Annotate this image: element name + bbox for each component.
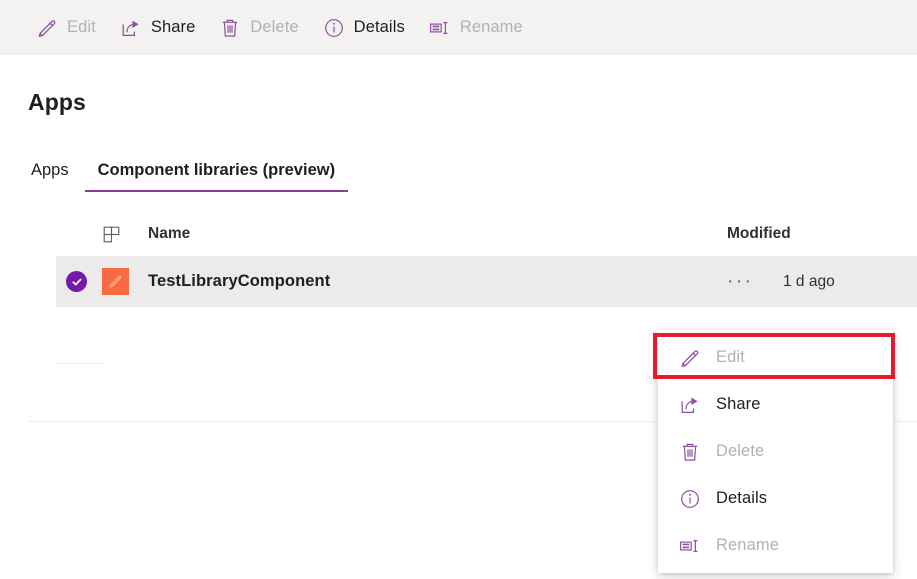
row-actions-cell: ··· 1 d ago (727, 272, 917, 291)
trash-icon (219, 17, 241, 39)
command-details-label: Details (353, 18, 405, 36)
row-modified: 1 d ago (783, 272, 835, 290)
tab-component-libraries[interactable]: Component libraries (preview) (84, 161, 349, 192)
context-menu-item-edit-label: Edit (716, 348, 745, 366)
context-menu-item-delete[interactable]: Delete (658, 428, 893, 475)
share-icon (120, 17, 142, 39)
row-name[interactable]: TestLibraryComponent (148, 272, 727, 291)
tab-component-libraries-label: Component libraries (preview) (97, 161, 336, 179)
command-rename-label: Rename (459, 18, 523, 36)
context-menu-item-details[interactable]: Details (658, 475, 893, 522)
command-rename[interactable]: Rename (419, 6, 533, 50)
row-select-cell[interactable] (56, 271, 102, 292)
command-edit-label: Edit (67, 18, 96, 36)
row-overflow-menu-button[interactable]: ··· (727, 272, 783, 291)
component-grid-icon[interactable] (102, 225, 148, 244)
command-share-label: Share (150, 18, 196, 36)
tab-apps-label: Apps (31, 161, 69, 179)
page-title: Apps (28, 89, 86, 115)
trash-icon (678, 441, 702, 463)
command-delete[interactable]: Delete (209, 6, 308, 50)
pencil-icon (678, 347, 702, 369)
context-menu-item-delete-label: Delete (716, 442, 765, 460)
context-menu-item-share-label: Share (716, 395, 761, 413)
command-details[interactable]: Details (313, 6, 415, 50)
checkmark-circle-icon[interactable] (66, 271, 87, 292)
info-icon (678, 488, 702, 510)
rename-icon (678, 535, 702, 557)
table-row[interactable]: TestLibraryComponent ··· 1 d ago (56, 256, 917, 307)
context-menu-item-edit[interactable]: Edit (658, 334, 893, 381)
info-icon (323, 17, 345, 39)
list-header-row: Name Modified (28, 212, 917, 256)
command-edit[interactable]: Edit (26, 6, 106, 50)
command-bar: Edit Share Delete Details Rename (0, 0, 917, 55)
share-icon (678, 394, 702, 416)
command-share[interactable]: Share (110, 6, 206, 50)
header-name[interactable]: Name (148, 225, 727, 243)
rename-icon (429, 17, 451, 39)
pencil-icon (36, 17, 58, 39)
row-app-icon-cell (102, 268, 148, 295)
context-menu-item-rename[interactable]: Rename (658, 522, 893, 569)
tab-apps[interactable]: Apps (28, 161, 85, 192)
context-menu-item-share[interactable]: Share (658, 381, 893, 428)
tab-list: Apps Component libraries (preview) (28, 148, 917, 192)
pencil-app-tile-icon (102, 268, 129, 295)
row-context-menu: Edit Share Delete Details Rename (658, 330, 893, 573)
header-modified[interactable]: Modified (727, 225, 917, 243)
context-menu-item-rename-label: Rename (716, 536, 779, 554)
context-menu-item-details-label: Details (716, 489, 768, 507)
command-delete-label: Delete (250, 18, 299, 36)
